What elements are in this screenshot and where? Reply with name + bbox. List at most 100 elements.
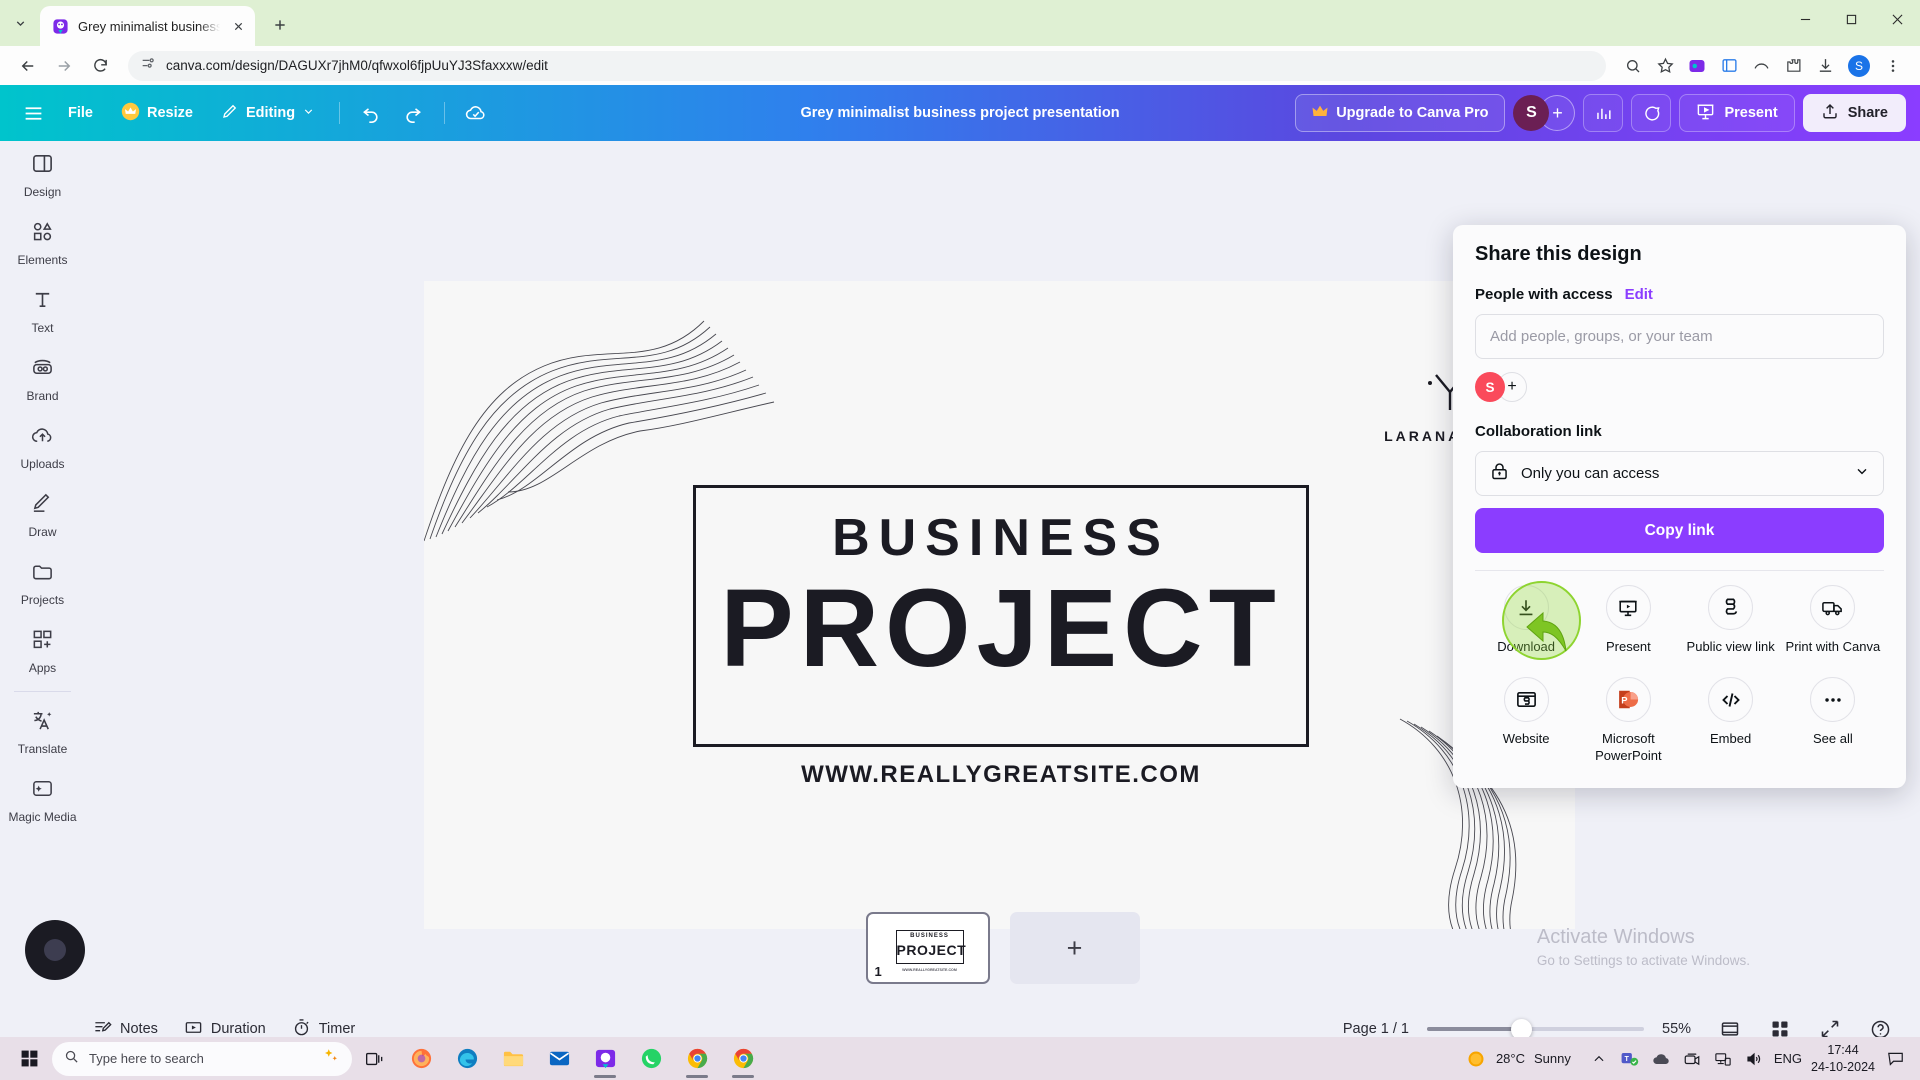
sidebar-item-brand[interactable]: Brand xyxy=(0,345,85,413)
sidebar-item-magic-media[interactable]: Magic Media xyxy=(0,766,85,834)
comments-icon[interactable] xyxy=(1631,94,1672,132)
share-option-print-with-canva[interactable]: Print with Canva xyxy=(1782,575,1884,663)
avatar[interactable]: S xyxy=(1475,372,1505,402)
window-maximize-button[interactable] xyxy=(1828,0,1874,38)
share-option-see-all[interactable]: See all xyxy=(1782,667,1884,772)
zoom-slider[interactable] xyxy=(1423,1018,1648,1040)
extensions-puzzle-icon[interactable] xyxy=(1778,51,1808,81)
url-bar[interactable]: canva.com/design/DAGUXr7jhM0/qfwxol6fjpU… xyxy=(128,50,1606,81)
extension-color-icon[interactable] xyxy=(1682,51,1712,81)
sidebar-item-design[interactable]: Design xyxy=(0,141,85,209)
resize-button[interactable]: Resize xyxy=(109,96,205,130)
close-icon[interactable] xyxy=(229,17,247,35)
share-option-present[interactable]: Present xyxy=(1577,575,1679,663)
upgrade-to-canva-pro-button[interactable]: Upgrade to Canva Pro xyxy=(1295,94,1506,132)
file-menu-button[interactable]: File xyxy=(56,96,105,130)
text-icon xyxy=(31,288,54,316)
zoom-indicator-icon[interactable] xyxy=(1618,51,1648,81)
share-option-download[interactable]: Download xyxy=(1475,575,1581,663)
clock-time: 17:44 xyxy=(1827,1042,1859,1057)
canva-editor: File Resize Editing Grey minimalist busi… xyxy=(0,85,1920,1060)
share-panel-divider xyxy=(1475,570,1884,571)
add-people-input[interactable]: Add people, groups, or your team xyxy=(1475,314,1884,359)
search-icon xyxy=(64,1049,79,1069)
sidebar-item-uploads[interactable]: Uploads xyxy=(0,413,85,481)
share-option-label: Embed xyxy=(1710,731,1752,747)
browser-menu-icon[interactable] xyxy=(1878,51,1908,81)
insights-icon[interactable] xyxy=(1583,94,1624,132)
sidebar-item-translate[interactable]: Translate xyxy=(0,698,85,766)
sidebar-item-draw[interactable]: Draw xyxy=(0,481,85,549)
window-minimize-button[interactable] xyxy=(1782,0,1828,38)
hamburger-menu-icon[interactable] xyxy=(14,94,52,132)
copy-link-button[interactable]: Copy link xyxy=(1475,508,1884,553)
cloud-saved-icon[interactable] xyxy=(457,94,495,132)
volume-icon[interactable] xyxy=(1743,1048,1765,1070)
page-number: 1 xyxy=(874,964,882,979)
taskbar-app-edge[interactable] xyxy=(444,1037,490,1080)
new-tab-button[interactable] xyxy=(263,8,297,42)
taskbar-app-firefox[interactable] xyxy=(398,1037,444,1080)
task-view-button[interactable] xyxy=(352,1037,398,1080)
copilot-icon[interactable] xyxy=(322,1047,340,1070)
camera-icon[interactable] xyxy=(1681,1048,1703,1070)
slide-title-frame[interactable]: BUSINESS PROJECT xyxy=(693,485,1309,747)
language-indicator[interactable]: ENG xyxy=(1774,1051,1802,1066)
undo-button[interactable] xyxy=(352,94,390,132)
slide-title: PROJECT xyxy=(720,567,1282,690)
access-level-value: Only you can access xyxy=(1521,465,1660,482)
taskbar-app-chrome-1[interactable] xyxy=(674,1037,720,1080)
reload-button[interactable] xyxy=(84,50,116,82)
add-page-button[interactable]: + xyxy=(1009,912,1140,984)
onedrive-icon[interactable] xyxy=(1650,1048,1672,1070)
access-level-select[interactable]: Only you can access xyxy=(1475,451,1884,496)
chevron-down-icon[interactable] xyxy=(1854,463,1870,484)
taskbar-app-explorer[interactable] xyxy=(490,1037,536,1080)
present-button[interactable]: Present xyxy=(1679,94,1795,132)
edit-access-link[interactable]: Edit xyxy=(1625,286,1653,303)
browser-tab[interactable]: Grey minimalist business projec xyxy=(40,6,255,46)
taskbar-clock[interactable]: 17:44 24-10-2024 xyxy=(1811,1042,1875,1076)
taskbar-app-mail[interactable] xyxy=(536,1037,582,1080)
page-thumbnail[interactable]: BUSINESS PROJECT WWW.REALLYGREATSITE.COM… xyxy=(865,912,990,984)
tray-expand-chevron-icon[interactable] xyxy=(1588,1048,1610,1070)
share-option-embed[interactable]: Embed xyxy=(1680,667,1782,772)
site-settings-icon[interactable] xyxy=(140,55,156,76)
taskbar-app-chrome-2[interactable] xyxy=(720,1037,766,1080)
redo-button[interactable] xyxy=(394,94,432,132)
sidebar-item-apps[interactable]: Apps xyxy=(0,617,85,685)
share-option-label: Download xyxy=(1497,639,1556,654)
browser-profile-avatar[interactable]: S xyxy=(1848,54,1870,77)
tab-list-chevron-icon[interactable] xyxy=(0,0,40,46)
slide-canvas[interactable]: BUSINESS PROJECT WWW.REALLYGREATSITE.COM… xyxy=(424,281,1575,929)
share-option-website[interactable]: Website xyxy=(1475,667,1577,772)
network-icon[interactable] xyxy=(1712,1048,1734,1070)
taskbar-search-box[interactable]: Type here to search xyxy=(52,1041,352,1076)
sidebar-item-projects[interactable]: Projects xyxy=(0,549,85,617)
share-option-microsoft-powerpoint[interactable]: P Microsoft PowerPoint xyxy=(1577,667,1679,772)
download-button[interactable] xyxy=(1810,51,1840,81)
share-option-label: Microsoft PowerPoint xyxy=(1595,731,1662,763)
share-option-public-view-link[interactable]: Public view link xyxy=(1680,575,1782,663)
window-close-button[interactable] xyxy=(1874,0,1920,38)
start-button[interactable] xyxy=(6,1037,52,1080)
extension-arc-icon[interactable] xyxy=(1746,51,1776,81)
sidebar-item-elements[interactable]: Elements xyxy=(0,209,85,277)
editing-mode-button[interactable]: Editing xyxy=(209,96,327,130)
magic-media-icon xyxy=(31,777,54,805)
taskbar-app-canva[interactable] xyxy=(582,1037,628,1080)
teams-icon[interactable]: T xyxy=(1619,1048,1641,1070)
taskbar-app-whatsapp[interactable] xyxy=(628,1037,674,1080)
sidebar-label: Design xyxy=(23,184,62,199)
notifications-icon[interactable] xyxy=(1884,1048,1906,1070)
extension-blue-icon[interactable] xyxy=(1714,51,1744,81)
sidebar-item-text[interactable]: Text xyxy=(0,277,85,345)
design-icon xyxy=(31,152,54,180)
bookmark-star-icon[interactable] xyxy=(1650,51,1680,81)
sidebar-label: Magic Media xyxy=(8,809,77,824)
back-button[interactable] xyxy=(12,50,44,82)
notes-label: Notes xyxy=(120,1021,158,1037)
share-button[interactable]: Share xyxy=(1802,94,1906,132)
forward-button[interactable] xyxy=(48,50,80,82)
share-panel[interactable]: Share this design People with access Edi… xyxy=(1453,225,1906,788)
